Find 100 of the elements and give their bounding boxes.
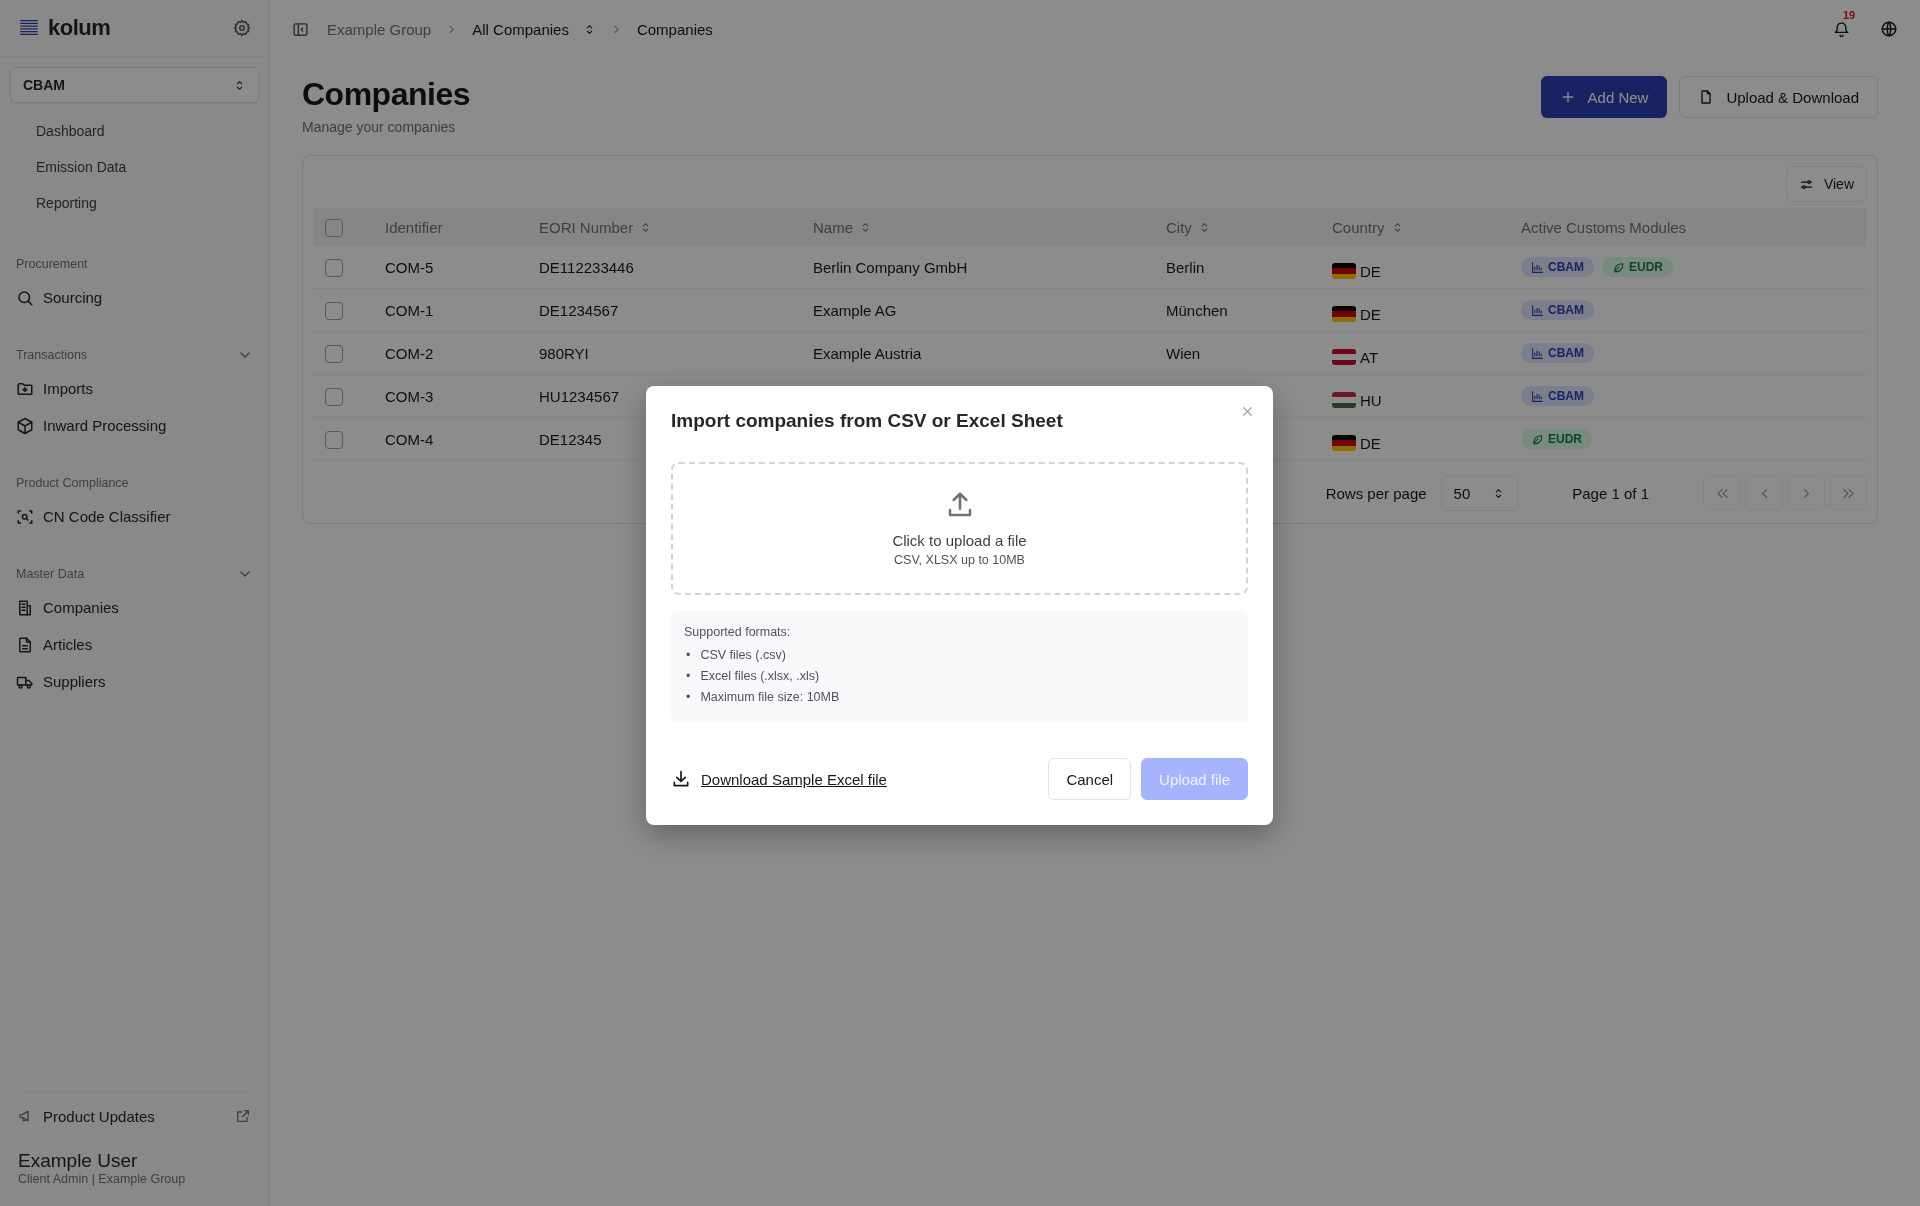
cancel-button[interactable]: Cancel bbox=[1048, 758, 1132, 800]
page-subtitle: Manage your companies bbox=[302, 119, 457, 135]
external-link-icon bbox=[235, 1108, 251, 1124]
bullet: • bbox=[686, 647, 691, 664]
row-checkbox[interactable] bbox=[325, 301, 343, 320]
sidebar-item[interactable]: Companies bbox=[16, 589, 253, 626]
flag-icon bbox=[1332, 392, 1356, 409]
user-role: Client Admin | Example Group bbox=[18, 1172, 187, 1186]
sidebar-item[interactable]: Dashboard bbox=[36, 113, 269, 149]
sidebar-item[interactable]: Sourcing bbox=[16, 279, 253, 316]
close-button[interactable] bbox=[1240, 404, 1255, 419]
page-title: Companies bbox=[302, 76, 470, 113]
formats-title: Supported formats: bbox=[684, 625, 791, 639]
column-header: Identifier bbox=[385, 218, 443, 236]
table-cell: COM-2 bbox=[385, 344, 434, 362]
module-selector[interactable]: CBAM bbox=[10, 67, 259, 103]
flag-icon bbox=[1332, 263, 1356, 280]
table-cell: Berlin Company GmbH bbox=[813, 258, 968, 276]
bullet: • bbox=[686, 668, 691, 685]
table-cell: Example AG bbox=[813, 301, 897, 319]
column-header[interactable]: Name bbox=[813, 218, 853, 236]
format-item: Excel files (.xlsx, .xls) bbox=[700, 668, 820, 685]
table-cell: COM-1 bbox=[385, 301, 434, 319]
chart-icon bbox=[1531, 346, 1544, 360]
bell-icon bbox=[1833, 20, 1850, 38]
section-title: Master Data bbox=[16, 567, 85, 581]
chart-icon bbox=[1531, 389, 1544, 403]
rows-per-page-label: Rows per page bbox=[1325, 484, 1427, 502]
bullet: • bbox=[686, 689, 691, 706]
upload-download-button[interactable]: Upload & Download bbox=[1679, 76, 1878, 118]
module-tag: EUDR bbox=[1521, 429, 1592, 449]
leaf-icon bbox=[1612, 260, 1625, 274]
table-cell: Wien bbox=[1166, 344, 1201, 362]
product-updates-link[interactable]: Product Updates bbox=[18, 1107, 155, 1125]
table-cell: Example Austria bbox=[813, 344, 922, 362]
table-cell: DE112233446 bbox=[539, 258, 634, 276]
breadcrumb-link[interactable]: Companies bbox=[636, 20, 713, 38]
scan-icon bbox=[16, 507, 34, 526]
download-icon bbox=[671, 769, 691, 789]
row-checkbox[interactable] bbox=[325, 387, 343, 406]
module-tag: CBAM bbox=[1521, 300, 1594, 320]
user-name: Example User bbox=[18, 1150, 139, 1172]
table-cell: DE1234567 bbox=[539, 301, 619, 319]
settings-icon bbox=[233, 19, 251, 37]
format-item: Maximum file size: 10MB bbox=[700, 689, 840, 706]
dialog-title: Import companies from CSV or Excel Sheet bbox=[671, 410, 1064, 432]
chart-icon bbox=[1531, 303, 1544, 317]
row-checkbox[interactable] bbox=[325, 344, 343, 363]
view-button[interactable]: View bbox=[1785, 166, 1867, 202]
row-checkbox[interactable] bbox=[325, 430, 343, 449]
column-header[interactable]: EORI Number bbox=[539, 218, 634, 236]
module-tag: CBAM bbox=[1521, 257, 1594, 277]
first-page-button[interactable] bbox=[1703, 476, 1741, 510]
column-header[interactable]: Country bbox=[1332, 218, 1385, 236]
cube-icon bbox=[16, 416, 34, 435]
table-cell: HU1234567 bbox=[539, 387, 620, 405]
section-title: Product Compliance bbox=[16, 476, 129, 490]
globe-icon bbox=[1880, 20, 1898, 38]
sidebar-item[interactable]: Reporting bbox=[36, 185, 269, 221]
notification-count: 19 bbox=[1843, 8, 1856, 21]
sidebar-item[interactable]: Articles bbox=[16, 626, 253, 663]
last-page-button[interactable] bbox=[1829, 476, 1867, 510]
row-checkbox[interactable] bbox=[325, 258, 343, 277]
flag-icon bbox=[1332, 435, 1356, 452]
section-title: Transactions bbox=[16, 348, 88, 362]
file-dropzone[interactable]: Click to upload a file CSV, XLSX up to 10MB bbox=[671, 462, 1248, 595]
column-header[interactable]: City bbox=[1166, 218, 1192, 236]
module-tag: CBAM bbox=[1521, 386, 1594, 406]
table-cell: COM-3 bbox=[385, 387, 434, 405]
table-cell: DE bbox=[1360, 434, 1381, 452]
table-cell: München bbox=[1166, 301, 1228, 319]
format-item: CSV files (.csv) bbox=[700, 647, 786, 664]
document-icon bbox=[16, 635, 34, 654]
close-icon bbox=[1240, 404, 1255, 419]
chart-icon bbox=[1531, 260, 1544, 274]
breadcrumb-link[interactable]: All Companies bbox=[472, 20, 569, 38]
table-cell: COM-5 bbox=[385, 258, 434, 276]
logo-text: kolum bbox=[48, 15, 111, 41]
search-icon bbox=[16, 288, 34, 307]
flag-icon bbox=[1332, 349, 1356, 366]
table-cell: DE bbox=[1360, 305, 1381, 323]
sidebar-item[interactable]: Suppliers bbox=[16, 663, 253, 700]
sidebar-toggle-icon bbox=[292, 20, 309, 38]
sidebar-item[interactable]: Emission Data bbox=[36, 149, 269, 185]
download-sample-link[interactable]: Download Sample Excel file bbox=[671, 769, 887, 789]
select-all-checkbox[interactable] bbox=[325, 218, 343, 237]
table-cell: HU bbox=[1360, 391, 1382, 409]
next-page-button[interactable] bbox=[1787, 476, 1825, 510]
page-indicator: Page 1 of 1 bbox=[1572, 484, 1649, 502]
previous-page-button[interactable] bbox=[1745, 476, 1783, 510]
table-cell: DE12345 bbox=[539, 430, 602, 448]
table-cell: DE bbox=[1360, 262, 1381, 280]
sidebar-item[interactable]: Imports bbox=[16, 370, 253, 407]
add-new-button[interactable]: Add New bbox=[1540, 76, 1668, 118]
rows-per-page-select[interactable]: 50 bbox=[1440, 475, 1519, 511]
breadcrumb-link[interactable]: Example Group bbox=[327, 20, 432, 38]
flag-icon bbox=[1332, 306, 1356, 323]
table-cell: 980RYI bbox=[539, 344, 589, 362]
sidebar-item[interactable]: Inward Processing bbox=[16, 407, 253, 444]
sidebar-item[interactable]: CN Code Classifier bbox=[16, 498, 253, 535]
